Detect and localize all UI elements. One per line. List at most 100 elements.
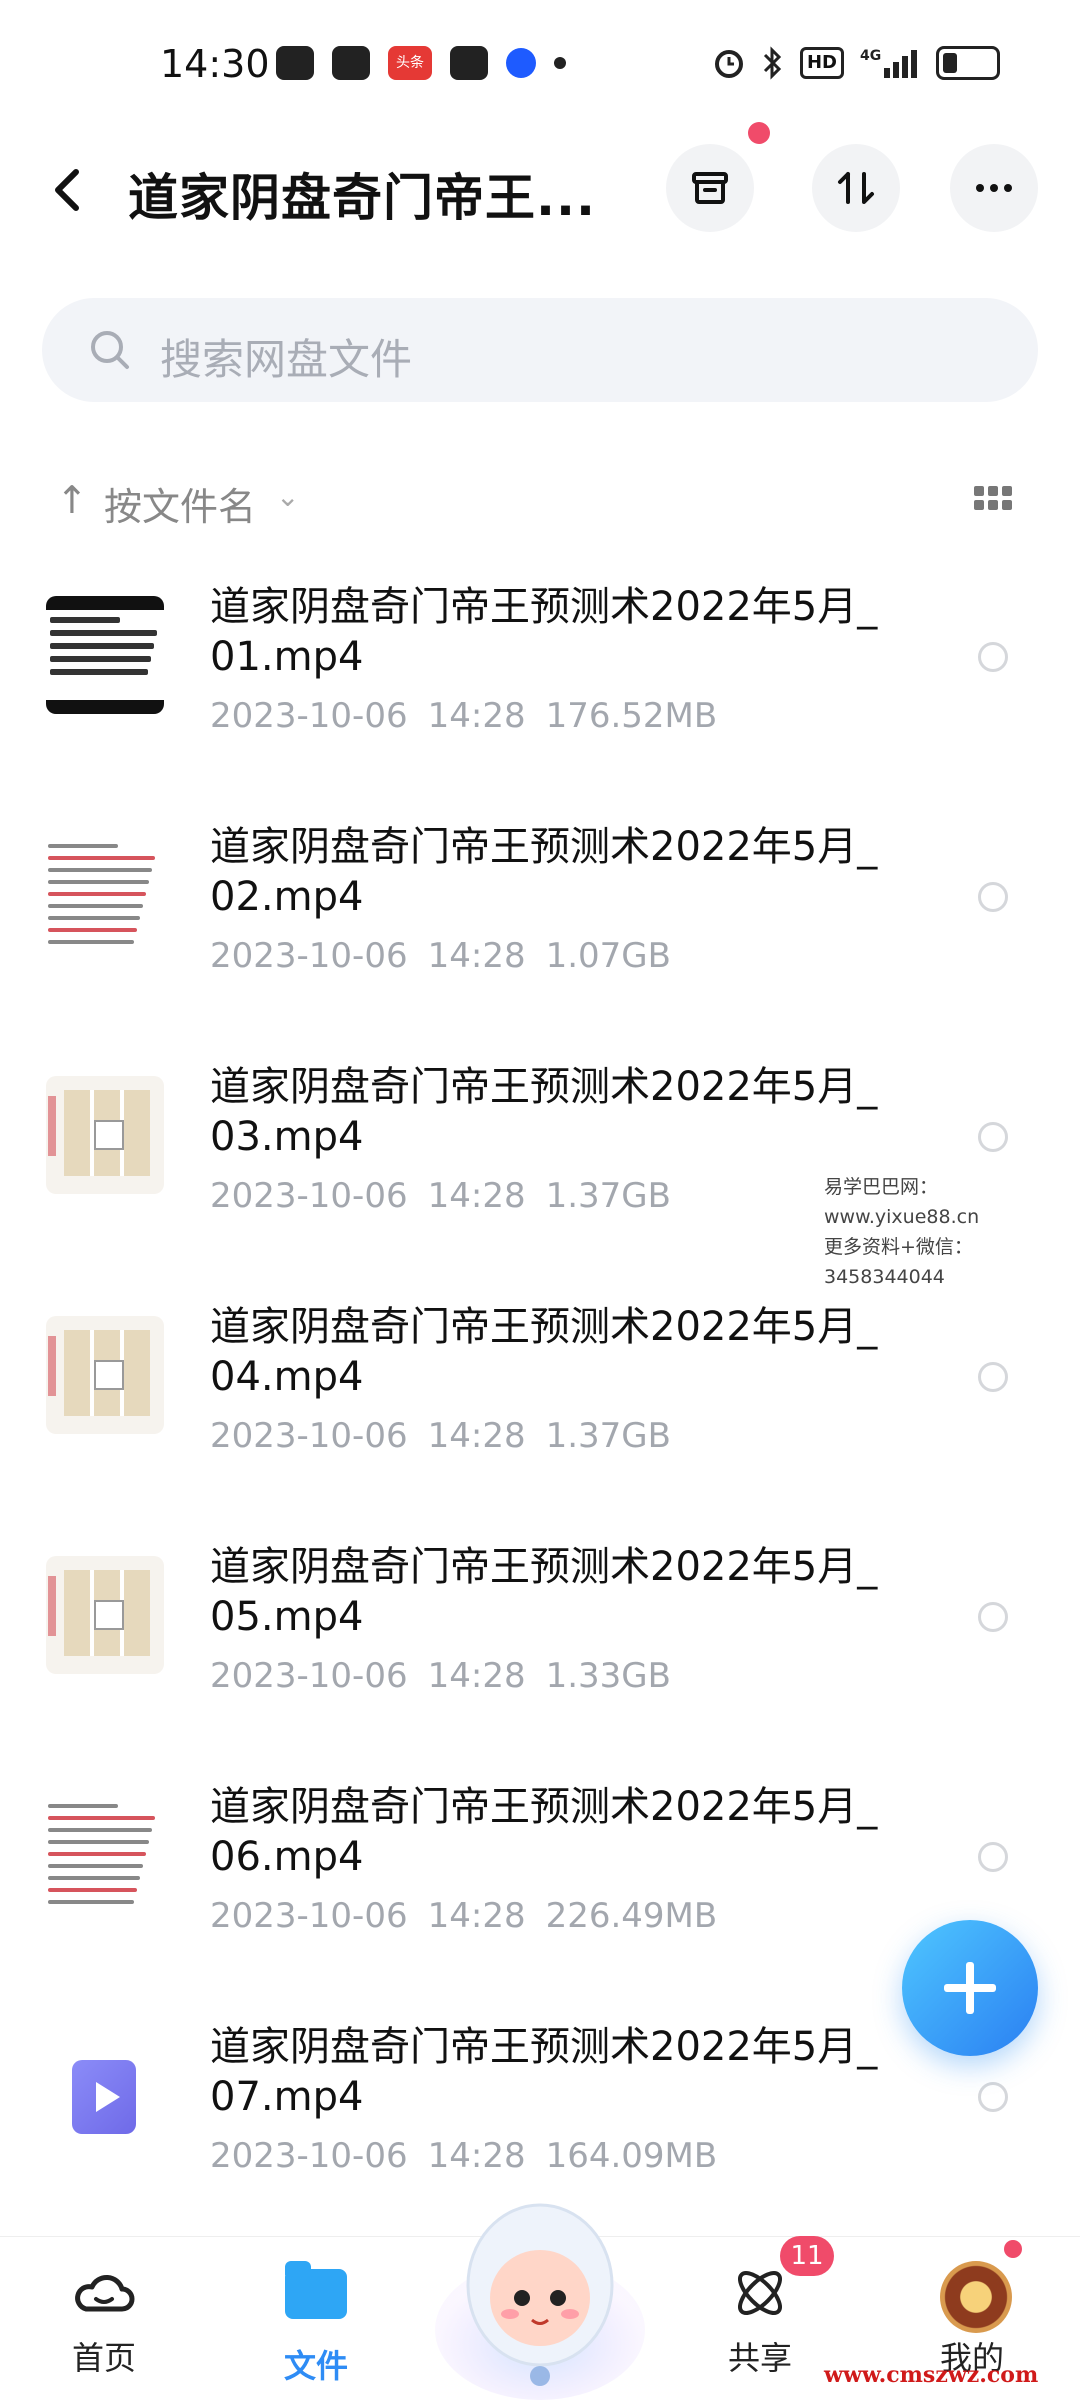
file-meta: 2023-10-06 14:28 226.49MB: [210, 1896, 717, 1936]
file-date: 2023-10-06: [210, 1656, 408, 1696]
hd-icon: HD: [799, 47, 844, 79]
file-name: 道家阴盘奇门帝王预测术2022年5月_01.mp4: [210, 584, 878, 680]
file-size: 176.52MB: [545, 696, 718, 736]
more-icon: [976, 184, 1012, 192]
avatar: [940, 2261, 1012, 2333]
corner-watermark: www.cmszwz.com: [824, 2362, 1039, 2388]
file-name: 道家阴盘奇门帝王预测术2022年5月_04.mp4: [210, 1304, 878, 1400]
file-row[interactable]: 道家阴盘奇门帝王预测术2022年5月_01.mp4 2023-10-06 14:28…: [0, 560, 1080, 800]
watermark-text: 易学巴巴网：www.yixue88.cn 更多资料+微信：3458344044: [824, 1172, 1080, 1292]
search-input[interactable]: 搜索网盘文件: [160, 326, 412, 387]
file-name: 道家阴盘奇门帝王预测术2022年5月_03.mp4: [210, 1064, 878, 1160]
sort-by-name-button[interactable]: 按文件名: [104, 476, 256, 531]
file-size: 1.07GB: [545, 936, 671, 976]
home-cloud-icon: [75, 2275, 135, 2312]
file-date: 2023-10-06: [210, 936, 408, 976]
signal-icon: 4G: [860, 48, 917, 78]
capcut-icon: [450, 46, 488, 80]
transfer-notification-dot: [748, 122, 770, 144]
file-meta: 2023-10-06 14:28 164.09MB: [210, 2136, 717, 2176]
archive-button[interactable]: [666, 144, 754, 232]
alarm-icon: [714, 50, 743, 78]
file-date: 2023-10-06: [210, 1176, 408, 1216]
select-radio[interactable]: [978, 642, 1008, 672]
file-size: 226.49MB: [545, 1896, 718, 1936]
battery-icon: [936, 46, 1000, 80]
nav-files-label: 文件: [283, 2347, 348, 2385]
chevron-left-icon: [55, 169, 79, 211]
chevron-down-icon[interactable]: ⌄: [276, 480, 299, 513]
status-bar: 14:30 头条 HD 4G: [0, 0, 1080, 130]
nav-share[interactable]: 共享: [680, 2261, 840, 2379]
transfer-button[interactable]: [812, 144, 900, 232]
file-name: 道家阴盘奇门帝王预测术2022年5月_02.mp4: [210, 824, 878, 920]
watermark-line-1: 易学巴巴网：www.yixue88.cn: [824, 1176, 980, 1228]
system-icons: HD 4G: [712, 46, 1000, 80]
search-bar[interactable]: 搜索网盘文件: [42, 298, 1038, 402]
sort-bar: ↑ 按文件名 ⌄: [0, 470, 1080, 530]
bluetooth-icon: [763, 46, 782, 80]
toutiao-icon: 头条: [388, 46, 432, 80]
archive-icon: [692, 172, 728, 204]
file-thumbnail: [46, 1796, 164, 1914]
notification-icons: 头条: [276, 46, 566, 80]
file-time: 14:28: [427, 1416, 526, 1456]
page-title: 道家阴盘奇门帝王...: [128, 169, 596, 227]
select-radio[interactable]: [978, 2082, 1008, 2112]
file-size: 1.33GB: [545, 1656, 671, 1696]
select-radio[interactable]: [978, 1122, 1008, 1152]
video-file-icon: [46, 2036, 164, 2154]
file-thumbnail: [46, 1556, 164, 1674]
nav-share-label: 共享: [727, 2339, 792, 2377]
transfer-icon: [838, 172, 874, 204]
sort-direction-icon[interactable]: ↑: [56, 478, 88, 522]
file-size: 1.37GB: [545, 1176, 671, 1216]
status-time: 14:30: [160, 42, 270, 86]
nav-home-label: 首页: [71, 2339, 136, 2377]
grid-view-icon[interactable]: [974, 486, 1012, 510]
file-name: 道家阴盘奇门帝王预测术2022年5月_06.mp4: [210, 1784, 878, 1880]
file-time: 14:28: [427, 1656, 526, 1696]
file-row[interactable]: 道家阴盘奇门帝王预测术2022年5月_05.mp4 2023-10-06 14:28…: [0, 1520, 1080, 1760]
mascot-icon[interactable]: [430, 2180, 650, 2400]
file-thumbnail: [46, 596, 164, 714]
add-button[interactable]: [902, 1920, 1038, 2056]
more-notifications-dot: [554, 57, 566, 69]
file-date: 2023-10-06: [210, 696, 408, 736]
watermark-line-2: 更多资料+微信：3458344044: [824, 1236, 973, 1288]
file-size: 164.09MB: [545, 2136, 718, 2176]
more-button[interactable]: [950, 144, 1038, 232]
share-badge: 11: [780, 2236, 834, 2276]
file-size: 1.37GB: [545, 1416, 671, 1456]
folder-icon: [284, 2261, 348, 2333]
profile-notification-dot: [1004, 2240, 1022, 2258]
atom-icon: [738, 2271, 782, 2315]
file-meta: 2023-10-06 14:28 1.07GB: [210, 936, 671, 976]
file-time: 14:28: [427, 936, 526, 976]
file-row[interactable]: 道家阴盘奇门帝王预测术2022年5月_02.mp4 2023-10-06 14:28…: [0, 800, 1080, 1040]
file-thumbnail: [46, 836, 164, 954]
select-radio[interactable]: [978, 1842, 1008, 1872]
nav-files[interactable]: 文件: [236, 2261, 396, 2387]
header: 道家阴盘奇门帝王...: [0, 130, 1080, 250]
search-icon: [91, 331, 129, 369]
file-thumbnail: [46, 1316, 164, 1434]
file-name: 道家阴盘奇门帝王预测术2022年5月_07.mp4: [210, 2024, 878, 2120]
file-date: 2023-10-06: [210, 2136, 408, 2176]
file-time: 14:28: [427, 1176, 526, 1216]
nav-home[interactable]: 首页: [24, 2261, 184, 2379]
file-date: 2023-10-06: [210, 1896, 408, 1936]
select-radio[interactable]: [978, 1602, 1008, 1632]
file-time: 14:28: [427, 696, 526, 736]
file-row[interactable]: 道家阴盘奇门帝王预测术2022年5月_04.mp4 2023-10-06 14:28…: [0, 1280, 1080, 1520]
back-button[interactable]: [48, 160, 98, 220]
wechat-icon: [276, 46, 314, 80]
cloud-icon: [332, 46, 370, 80]
file-date: 2023-10-06: [210, 1416, 408, 1456]
browser-icon: [506, 48, 536, 78]
file-name: 道家阴盘奇门帝王预测术2022年5月_05.mp4: [210, 1544, 878, 1640]
select-radio[interactable]: [978, 882, 1008, 912]
select-radio[interactable]: [978, 1362, 1008, 1392]
file-time: 14:28: [427, 2136, 526, 2176]
file-meta: 2023-10-06 14:28 1.37GB: [210, 1176, 671, 1216]
